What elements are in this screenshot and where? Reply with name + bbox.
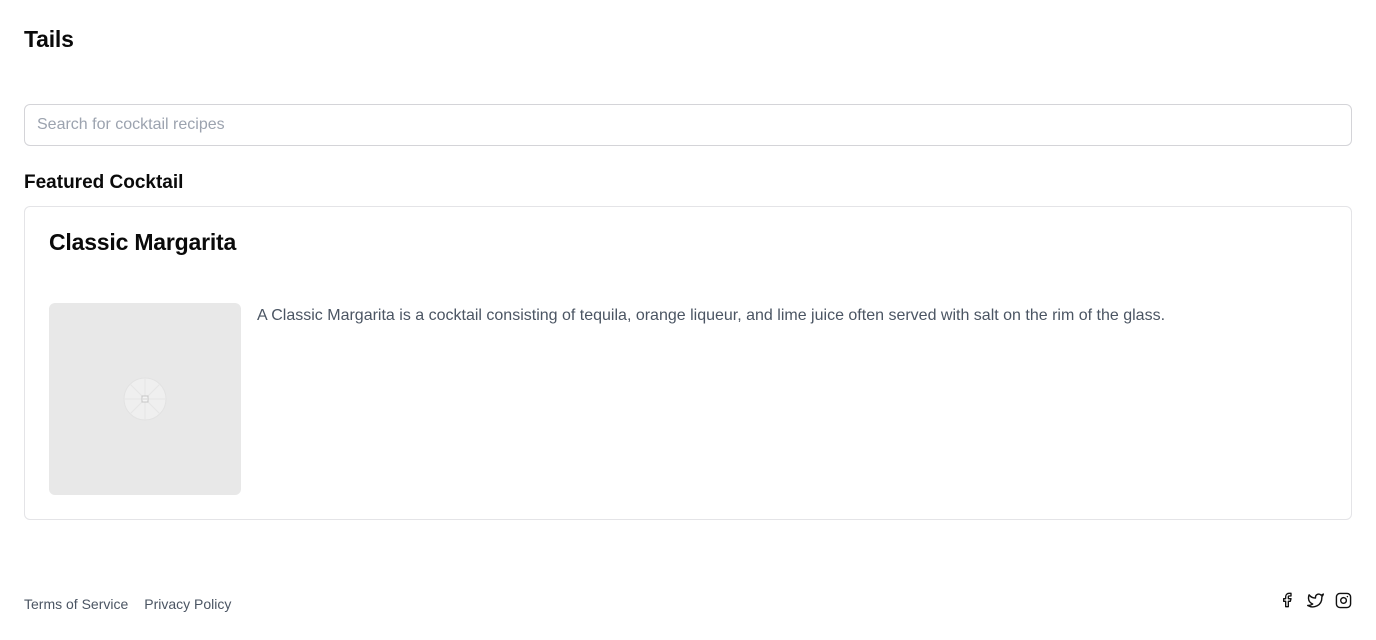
image-placeholder-icon (123, 377, 167, 421)
terms-of-service-link[interactable]: Terms of Service (24, 596, 128, 612)
search-input[interactable] (24, 104, 1352, 146)
cocktail-description: A Classic Margarita is a cocktail consis… (257, 307, 1166, 324)
instagram-icon[interactable] (1334, 591, 1352, 609)
footer-links: Terms of Service Privacy Policy (24, 596, 231, 612)
featured-heading: Featured Cocktail (24, 172, 184, 193)
privacy-policy-link[interactable]: Privacy Policy (144, 596, 231, 612)
social-links (1278, 591, 1352, 609)
cocktail-image (49, 303, 241, 495)
featured-cocktail-card[interactable]: Classic Margarita A Classic Margarita is… (24, 206, 1352, 520)
app-title: Tails (24, 26, 74, 52)
page: Tails Featured Cocktail Classic Margarit… (0, 0, 1376, 640)
twitter-icon[interactable] (1306, 591, 1324, 609)
facebook-icon[interactable] (1278, 591, 1296, 609)
cocktail-title: Classic Margarita (49, 229, 237, 255)
